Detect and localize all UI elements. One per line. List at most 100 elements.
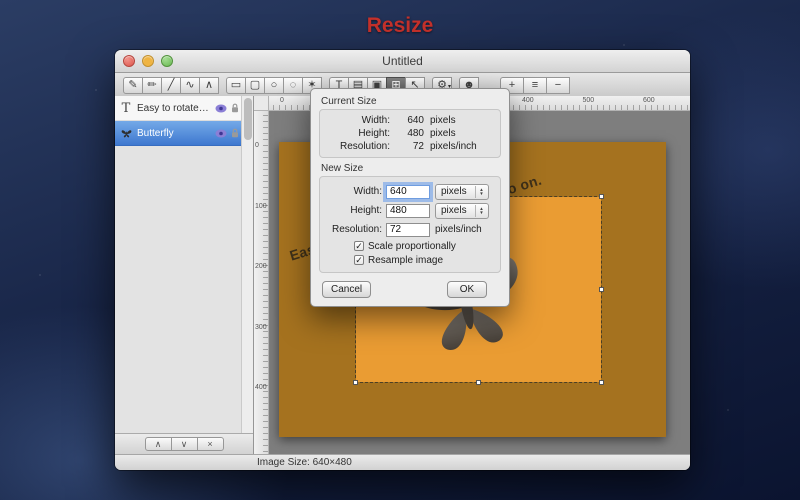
- move-layer-up-button[interactable]: ∧: [144, 437, 172, 451]
- minimize-button[interactable]: [142, 55, 154, 67]
- size-label: Resolution:: [339, 141, 390, 152]
- height-unit-select[interactable]: pixels ▲ ▼: [435, 202, 489, 219]
- delete-layer-button[interactable]: ×: [196, 437, 224, 451]
- new-size-group: Width: pixels ▲▼ Height: pixels ▲▼ Resol…: [319, 176, 501, 273]
- cancel-button[interactable]: Cancel: [322, 281, 372, 298]
- curve-tool[interactable]: ∿: [180, 76, 200, 94]
- zoom-button[interactable]: [161, 55, 173, 67]
- checkbox-row: ✓ Scale proportionally: [354, 240, 494, 252]
- resolution-label: Resolution:: [331, 224, 382, 235]
- width-unit-select[interactable]: pixels ▲ ▼: [435, 183, 489, 200]
- height-input[interactable]: [386, 203, 430, 218]
- ruler-label: 500: [582, 97, 595, 104]
- selection-handle[interactable]: [599, 286, 604, 292]
- layers-sidebar: T Easy to rotate text, im… Butterfly ∧∨×: [115, 96, 254, 454]
- selection-handle[interactable]: [599, 380, 604, 385]
- current-size-title: Current Size: [321, 96, 377, 107]
- width-label: Width:: [353, 186, 382, 197]
- width-unit-label: pixels: [441, 186, 467, 197]
- scale-proportionally-checkbox[interactable]: ✓: [354, 241, 364, 251]
- desktop: { "page": { "title": "Resize" }, "colors…: [0, 0, 800, 500]
- visibility-eye-icon[interactable]: [215, 104, 227, 113]
- move-layer-down-button[interactable]: ∨: [170, 437, 198, 451]
- scrollbar-thumb[interactable]: [244, 98, 252, 140]
- layer-row-1[interactable]: T Easy to rotate text, im…: [115, 96, 253, 121]
- resample-image-checkbox[interactable]: ✓: [354, 255, 364, 265]
- sidebar-scrollbar[interactable]: [241, 96, 253, 434]
- ruler-label: 400: [255, 384, 267, 391]
- selection-handle[interactable]: [353, 380, 358, 385]
- window-controls: [123, 55, 173, 67]
- titlebar[interactable]: Untitled: [115, 50, 690, 73]
- layer-name: Butterfly: [137, 127, 174, 139]
- current-size-row: Height: 480 pixels: [326, 127, 494, 140]
- rounded-rectangle-tool[interactable]: ▢: [245, 76, 265, 94]
- polygon-tool[interactable]: ∧: [199, 76, 219, 94]
- current-size-row: Resolution: 72 pixels/inch: [326, 140, 494, 153]
- size-value: 640: [407, 115, 424, 126]
- height-unit-label: pixels: [441, 205, 467, 216]
- resolution-unit-label: pixels/inch: [435, 224, 482, 235]
- new-resolution-row: Resolution: pixels/inch: [326, 221, 494, 238]
- layer-row-2[interactable]: Butterfly: [115, 121, 253, 146]
- zoom-out-button[interactable]: −: [546, 76, 570, 94]
- layer-list: T Easy to rotate text, im… Butterfly: [115, 96, 253, 146]
- page-title: Resize: [366, 14, 434, 37]
- selection-handle[interactable]: [599, 194, 604, 199]
- resize-dialog: Current Size Width: 640 pixels Height: 480 pi…: [310, 88, 510, 307]
- ruler-label: 600: [643, 97, 655, 104]
- butterfly-layer-icon: [119, 128, 133, 139]
- resolution-input[interactable]: [386, 222, 430, 237]
- ellipse-tool[interactable]: ○: [264, 76, 284, 94]
- size-unit: pixels: [430, 115, 456, 126]
- lock-icon[interactable]: [231, 103, 239, 113]
- pencil-tool[interactable]: ✎: [123, 76, 143, 94]
- size-value: 480: [407, 128, 424, 139]
- size-value: 72: [412, 141, 424, 152]
- size-unit: pixels/inch: [430, 141, 477, 152]
- window-title: Untitled: [382, 54, 423, 68]
- close-button[interactable]: [123, 55, 135, 67]
- rectangle-tool[interactable]: ▭: [226, 76, 246, 94]
- new-height-row: Height: pixels ▲▼: [326, 202, 494, 219]
- ruler-label: 200: [255, 263, 267, 270]
- ruler-label: 300: [255, 323, 267, 331]
- size-label: Width:: [361, 115, 390, 126]
- brush-tool[interactable]: ✏: [142, 76, 162, 94]
- visibility-eye-icon[interactable]: [215, 129, 227, 138]
- layer-name: Easy to rotate text, im…: [137, 102, 211, 114]
- new-width-row: Width: pixels ▲▼: [326, 183, 494, 200]
- stepper-arrows-icon: ▲ ▼: [475, 204, 487, 217]
- status-bar: Image Size: 640×480: [115, 454, 690, 470]
- lasso-tool[interactable]: ◌: [283, 76, 303, 94]
- ruler-label: 100: [255, 202, 267, 210]
- layer-controls: ∧ ∨ ×: [115, 433, 253, 454]
- ok-button[interactable]: OK: [447, 281, 487, 298]
- vertical-ruler: 0 100 200 300 400: [254, 110, 269, 454]
- size-label: Height:: [358, 128, 390, 139]
- ruler-label: 400: [522, 97, 534, 104]
- app-window: Untitled ✎ ✏ ╱ ∿ ∧ ▭ ▢ ○ ◌ ✶ T ▤ ▣ ⊞ ↖ ⚙ ▾ ☻ + ≡ − T Easy to…: [115, 50, 690, 470]
- ruler-label: 0: [280, 97, 284, 104]
- stepper-arrows-icon: ▲ ▼: [475, 185, 487, 198]
- width-input[interactable]: [386, 184, 430, 199]
- zoom-fit-button[interactable]: ≡: [523, 76, 547, 94]
- line-tool[interactable]: ╱: [161, 76, 181, 94]
- current-size-group: Width: 640 pixels Height: 480 pixels Resolutio…: [319, 109, 501, 158]
- ruler-corner: [254, 96, 269, 111]
- dialog-buttons: Cancel OK: [319, 278, 501, 298]
- size-unit: pixels: [430, 128, 456, 139]
- checkbox-label: Resample image: [368, 254, 444, 266]
- zoom-segmented-control: + ≡ −: [500, 76, 570, 94]
- current-size-row: Width: 640 pixels: [326, 114, 494, 127]
- checkbox-row: ✓ Resample image: [354, 254, 494, 266]
- image-size-status: Image Size: 640×480: [257, 457, 352, 468]
- dialog-checkboxes: ✓ Scale proportionally ✓ Resample image: [326, 240, 494, 266]
- checkbox-label: Scale proportionally: [368, 240, 456, 252]
- ruler-label: 0: [255, 142, 259, 149]
- text-layer-icon: T: [121, 100, 131, 116]
- lock-icon[interactable]: [231, 128, 239, 138]
- new-size-title: New Size: [321, 163, 364, 174]
- height-label: Height:: [350, 205, 382, 216]
- selection-handle[interactable]: [475, 380, 481, 385]
